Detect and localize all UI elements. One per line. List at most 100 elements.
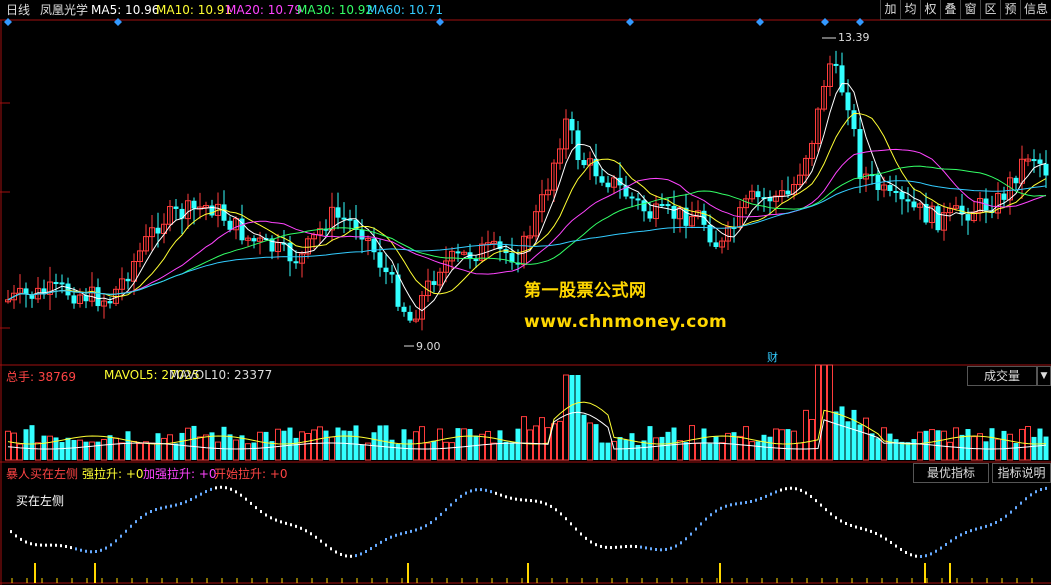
volume-bar-down bbox=[659, 436, 665, 460]
indicator-dot bbox=[990, 523, 992, 527]
info-button[interactable]: 信息 bbox=[1020, 0, 1051, 20]
indicator-dot bbox=[630, 544, 632, 548]
indicator-dot bbox=[145, 512, 147, 516]
indicator-dot bbox=[570, 522, 572, 526]
indicator-dot bbox=[565, 517, 567, 521]
indicator-dot bbox=[925, 554, 927, 558]
volume-bar-up bbox=[725, 432, 731, 461]
volume-bar-up bbox=[995, 438, 1001, 461]
indicator-dot bbox=[195, 495, 197, 499]
indicator-dot bbox=[680, 541, 682, 545]
volume-bar-down bbox=[251, 442, 257, 460]
indicator-dot bbox=[865, 528, 867, 532]
indicator-dot bbox=[875, 531, 877, 535]
window-button[interactable]: 窗 bbox=[960, 0, 980, 20]
indicator-dot bbox=[220, 485, 222, 489]
volume-bar-up bbox=[1019, 428, 1025, 461]
overlay-button[interactable]: 叠 bbox=[940, 0, 960, 20]
add-button[interactable]: 加 bbox=[880, 0, 900, 20]
candle-down bbox=[965, 214, 971, 221]
candle-down bbox=[227, 220, 233, 230]
indicator-dot bbox=[470, 489, 472, 493]
candle-down bbox=[893, 190, 899, 193]
indicator-dot bbox=[340, 552, 342, 556]
high-price-label: 13.39 bbox=[838, 31, 870, 44]
candle-down bbox=[641, 200, 647, 212]
volume-bar-up bbox=[257, 431, 263, 461]
candle-down bbox=[377, 252, 383, 268]
volume-bar-up bbox=[5, 430, 11, 461]
volume-bar-down bbox=[1043, 436, 1049, 460]
indicator-dot bbox=[930, 552, 932, 556]
volume-bar-up bbox=[89, 441, 95, 461]
volume-bar-up bbox=[797, 442, 803, 461]
volume-bar-down bbox=[263, 431, 269, 460]
ma60-readout: MA60: 10.71 bbox=[367, 3, 444, 17]
volume-bar-up bbox=[773, 428, 779, 461]
indicator-dot bbox=[365, 549, 367, 553]
indicator-dot bbox=[870, 529, 872, 533]
best-indicator-button[interactable]: 最优指标 bbox=[913, 463, 989, 483]
forecast-button[interactable]: 预 bbox=[1000, 0, 1020, 20]
candle-down bbox=[341, 217, 347, 220]
indicator-dot bbox=[120, 534, 122, 538]
volume-bar-down bbox=[401, 429, 407, 460]
indicator-dot bbox=[1010, 510, 1012, 514]
indicator-dot bbox=[405, 531, 407, 535]
indicator-dot bbox=[95, 549, 97, 553]
volume-bar-up bbox=[305, 432, 311, 461]
volume-bar-down bbox=[173, 443, 179, 460]
range-button[interactable]: 区 bbox=[980, 0, 1000, 20]
indicator-dot bbox=[530, 499, 532, 503]
indicator-dot bbox=[495, 491, 497, 495]
indicator-dot bbox=[225, 486, 227, 490]
indicator-dot bbox=[325, 543, 327, 547]
volume-bar-up bbox=[521, 416, 527, 461]
indicator-dot bbox=[855, 525, 857, 529]
indicator-dot bbox=[450, 503, 452, 507]
indicator-dot bbox=[210, 487, 212, 491]
candle-down bbox=[401, 306, 407, 312]
volume-bar-down bbox=[23, 429, 29, 460]
indicator-dot bbox=[830, 512, 832, 516]
indicator-dot bbox=[20, 537, 22, 541]
indicator-dot bbox=[1040, 488, 1042, 492]
indicator-dot bbox=[935, 549, 937, 553]
candle-down bbox=[887, 185, 893, 191]
indicator-dot bbox=[165, 505, 167, 509]
volume-bar-up bbox=[413, 431, 419, 461]
volume-bar-up bbox=[563, 374, 569, 461]
indicator-dot bbox=[800, 488, 802, 492]
volume-bar-down bbox=[1001, 430, 1007, 460]
volume-bar-down bbox=[875, 438, 881, 460]
volume-bar-down bbox=[431, 440, 437, 460]
volume-bar-down bbox=[335, 427, 341, 460]
indicator-dot bbox=[645, 546, 647, 550]
indicator-dot bbox=[750, 499, 752, 503]
candle-down bbox=[293, 261, 299, 264]
volume-bar-down bbox=[599, 442, 605, 460]
candle-down bbox=[221, 204, 227, 221]
indicator-explain-button[interactable]: 指标说明 bbox=[992, 463, 1051, 483]
indicator-dot bbox=[30, 542, 32, 546]
volume-bar-up bbox=[557, 420, 563, 461]
indicator-dot bbox=[500, 493, 502, 497]
indicator-dot bbox=[845, 521, 847, 525]
candle-down bbox=[911, 201, 917, 208]
volume-bar-up bbox=[149, 442, 155, 461]
indicator-dot bbox=[485, 488, 487, 492]
volume-bar-down bbox=[395, 443, 401, 460]
finance-event-marker[interactable]: 财 bbox=[767, 349, 778, 365]
indicator-dot bbox=[265, 513, 267, 517]
indicator-dot bbox=[25, 540, 27, 544]
volume-indicator-select[interactable]: 成交量 bbox=[967, 366, 1037, 386]
indicator-dot bbox=[745, 500, 747, 504]
indicator-dot bbox=[950, 539, 952, 543]
volume-dropdown-icon[interactable]: ▼ bbox=[1037, 366, 1051, 386]
indicator-start-rise: 开始拉升: +0 bbox=[214, 467, 288, 481]
indicator-dot bbox=[235, 490, 237, 494]
rights-button[interactable]: 权 bbox=[920, 0, 940, 20]
indicator-dot bbox=[150, 510, 152, 514]
average-button[interactable]: 均 bbox=[900, 0, 920, 20]
volume-bar-up bbox=[11, 432, 17, 461]
